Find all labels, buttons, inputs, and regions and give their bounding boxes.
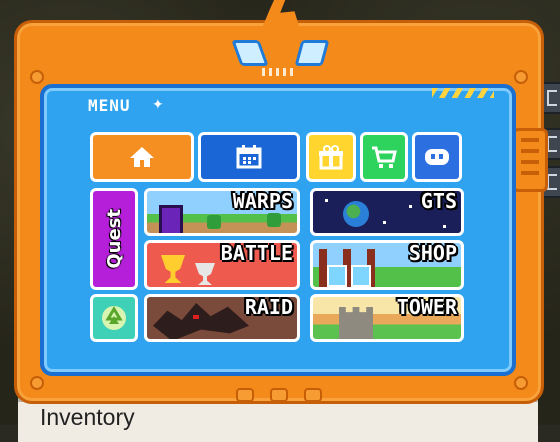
recycle-button[interactable] bbox=[90, 294, 138, 342]
inventory-label[interactable]: Inventory bbox=[40, 404, 135, 431]
sparkle-icon: ✦ bbox=[152, 97, 164, 113]
frame-grip-handle[interactable] bbox=[512, 128, 548, 192]
calendar-icon bbox=[236, 145, 262, 169]
star-decoration bbox=[409, 205, 412, 208]
cart-icon bbox=[372, 146, 397, 168]
quest-label: Quest bbox=[103, 209, 125, 269]
silver-trophy-icon bbox=[195, 263, 215, 285]
frame-dot bbox=[304, 388, 322, 402]
tree-decoration bbox=[207, 215, 221, 229]
discord-icon bbox=[425, 149, 449, 165]
shop-window bbox=[327, 265, 347, 287]
recycle-icon bbox=[102, 306, 126, 330]
home-button[interactable] bbox=[90, 132, 194, 182]
gold-trophy-icon bbox=[161, 255, 185, 283]
mouth-decoration bbox=[262, 68, 296, 76]
shop-post bbox=[319, 249, 327, 287]
home-icon bbox=[130, 147, 154, 167]
stripes-decoration bbox=[432, 88, 494, 98]
warps-label: WARPS bbox=[232, 189, 293, 213]
star-decoration bbox=[383, 221, 386, 224]
raid-tile[interactable]: RAID bbox=[144, 294, 300, 342]
frame-dot bbox=[270, 388, 288, 402]
quest-button[interactable]: Quest bbox=[90, 188, 138, 290]
tower-icon bbox=[339, 307, 373, 339]
warps-tile[interactable]: WARPS bbox=[144, 188, 300, 236]
bolt-decoration bbox=[514, 376, 528, 390]
gts-tile[interactable]: GTS bbox=[310, 188, 464, 236]
globe-icon bbox=[343, 201, 369, 227]
tower-tile[interactable]: TOWER bbox=[310, 294, 464, 342]
raid-label: RAID bbox=[244, 295, 293, 319]
bolt-decoration bbox=[514, 70, 528, 84]
battle-label: BATTLE bbox=[220, 241, 293, 265]
tower-label: TOWER bbox=[396, 295, 457, 319]
shop-label: SHOP bbox=[408, 241, 457, 265]
shop-tile[interactable]: SHOP bbox=[310, 240, 464, 290]
gts-label: GTS bbox=[420, 189, 457, 213]
battle-tile[interactable]: BATTLE bbox=[144, 240, 300, 290]
dragon-icon bbox=[153, 303, 249, 339]
discord-button[interactable] bbox=[412, 132, 462, 182]
gift-icon bbox=[319, 145, 343, 170]
star-decoration bbox=[443, 225, 446, 228]
frame-dot bbox=[236, 388, 254, 402]
portal-icon bbox=[159, 205, 183, 233]
star-decoration bbox=[325, 199, 328, 202]
tree-decoration bbox=[267, 213, 281, 227]
bolt-decoration bbox=[30, 70, 44, 84]
dragon-eye bbox=[193, 315, 199, 319]
cart-button[interactable] bbox=[360, 132, 408, 182]
shop-window bbox=[351, 265, 371, 287]
calendar-button[interactable] bbox=[198, 132, 300, 182]
gift-button[interactable] bbox=[306, 132, 356, 182]
menu-title: MENU bbox=[88, 96, 131, 115]
bolt-decoration bbox=[30, 376, 44, 390]
